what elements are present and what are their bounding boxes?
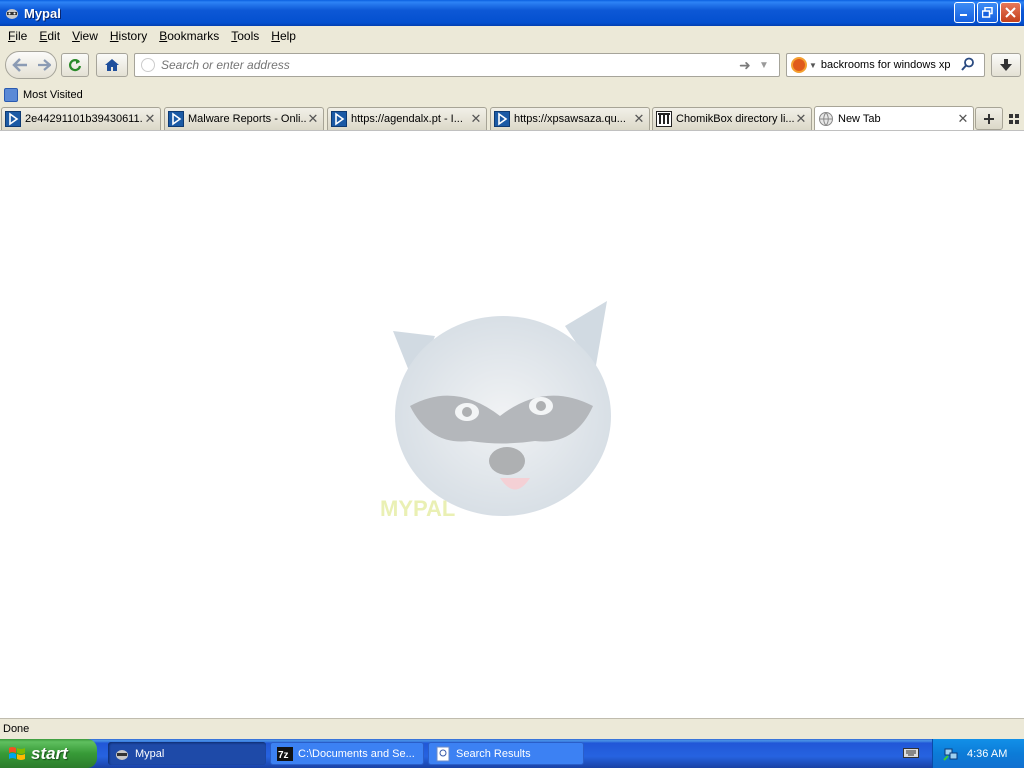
search-input[interactable] [820, 59, 961, 71]
clock[interactable]: 4:36 AM [967, 748, 1007, 760]
tab-close-icon[interactable]: ✕ [632, 111, 646, 127]
tab-label: Malware Reports - Onli... [188, 113, 306, 125]
tab-close-icon[interactable]: ✕ [143, 111, 157, 127]
tab-close-icon[interactable]: ✕ [794, 111, 808, 127]
identity-globe-icon[interactable] [141, 58, 155, 72]
menu-tools[interactable]: Tools [225, 29, 265, 43]
system-tray: 4:36 AM [932, 739, 1024, 768]
taskbar-item-mypal[interactable]: Mypal [108, 742, 266, 765]
reload-button[interactable] [61, 53, 89, 77]
history-dropdown-icon[interactable]: ▼ [759, 60, 775, 71]
logo-wordmark: MYPAL [380, 496, 455, 521]
home-icon [105, 59, 119, 71]
taskbar: start Mypal 7z C:\Documents and Se... Se… [0, 739, 1024, 768]
tab-label: 2e44291101b39430611... [25, 113, 143, 125]
network-icon[interactable] [943, 746, 959, 762]
navigation-toolbar: ➜ ▼ ▼ [0, 46, 1024, 84]
new-tab-button[interactable] [975, 107, 1003, 130]
raccoon-app-icon [6, 9, 18, 19]
grid-icon [1009, 114, 1019, 124]
tab-4[interactable]: https://xpsawsaza.qu... ✕ [490, 107, 650, 130]
folder-icon [4, 88, 18, 102]
back-button[interactable] [6, 51, 34, 79]
tab-2[interactable]: Malware Reports - Onli... ✕ [164, 107, 324, 130]
home-button[interactable] [96, 53, 128, 77]
search-bar[interactable]: ▼ [786, 53, 985, 77]
start-label: start [31, 743, 68, 763]
all-tabs-button[interactable] [1005, 110, 1023, 128]
plus-icon [984, 113, 994, 124]
title-bar[interactable]: Mypal [0, 0, 1024, 26]
play-icon [494, 111, 510, 127]
menu-view[interactable]: View [66, 29, 104, 43]
tab-label: New Tab [838, 112, 881, 125]
taskbar-item-search-results[interactable]: Search Results [428, 742, 584, 765]
svg-text:7z: 7z [278, 750, 289, 761]
play-icon [331, 111, 347, 127]
menu-edit[interactable]: Edit [33, 29, 66, 43]
status-bar: Done [0, 718, 1024, 739]
menu-help[interactable]: Help [265, 29, 302, 43]
menu-history[interactable]: History [104, 29, 153, 43]
close-icon [1005, 7, 1016, 18]
address-bar[interactable]: ➜ ▼ [134, 53, 780, 77]
start-button[interactable]: start [0, 739, 97, 768]
keyboard-icon[interactable] [903, 745, 921, 761]
globe-icon [818, 111, 834, 127]
minimize-button[interactable] [954, 2, 975, 23]
tab-6-active[interactable]: New Tab ✕ [814, 106, 974, 130]
menu-file[interactable]: File [2, 29, 33, 43]
tab-label: ChomikBox directory li... [676, 113, 794, 125]
tab-5[interactable]: ChomikBox directory li... ✕ [652, 107, 812, 130]
play-icon [5, 111, 21, 127]
address-input[interactable] [161, 58, 739, 72]
window-title: Mypal [24, 5, 61, 21]
taskbar-item-label: Search Results [456, 747, 531, 760]
download-arrow-icon [1000, 59, 1012, 71]
close-button[interactable] [1000, 2, 1021, 23]
back-forward-group [5, 51, 57, 79]
building-icon [656, 111, 672, 127]
tab-close-icon[interactable]: ✕ [956, 111, 970, 127]
menu-bar: File Edit View History Bookmarks Tools H… [0, 26, 1024, 46]
back-arrow-icon [12, 58, 27, 72]
bookmark-most-visited[interactable]: Most Visited [4, 88, 83, 102]
taskbar-item-label: Mypal [135, 747, 165, 760]
downloads-button[interactable] [991, 53, 1021, 77]
page-content[interactable]: MYPAL [0, 130, 1024, 718]
tab-label: https://agendalx.pt - I... [351, 113, 463, 125]
7zip-icon: 7z [277, 746, 293, 762]
windows-flag-icon [9, 746, 25, 760]
go-arrow-icon[interactable]: ➜ [739, 57, 755, 74]
tab-strip: 2e44291101b39430611... ✕ Malware Reports… [0, 106, 1024, 130]
taskbar-item-7zip[interactable]: 7z C:\Documents and Se... [270, 742, 424, 765]
tab-close-icon[interactable]: ✕ [469, 111, 483, 127]
tab-3[interactable]: https://agendalx.pt - I... ✕ [327, 107, 487, 130]
minimize-icon [960, 14, 967, 16]
status-text: Done [3, 723, 30, 735]
forward-button[interactable] [34, 55, 54, 75]
mypal-raccoon-logo: MYPAL [380, 301, 611, 521]
menu-bookmarks[interactable]: Bookmarks [153, 29, 225, 43]
search-engine-icon[interactable] [791, 57, 807, 73]
magnifier-icon[interactable] [961, 57, 979, 74]
tab-1[interactable]: 2e44291101b39430611... ✕ [1, 107, 161, 130]
forward-arrow-icon [38, 59, 51, 71]
restore-icon [982, 7, 993, 18]
engine-dropdown-icon[interactable]: ▼ [809, 61, 817, 70]
play-icon [168, 111, 184, 127]
tab-close-icon[interactable]: ✕ [306, 111, 320, 127]
search-results-icon [435, 746, 451, 762]
restore-button[interactable] [977, 2, 998, 23]
raccoon-app-icon [114, 746, 130, 762]
reload-icon [68, 59, 82, 72]
tab-label: https://xpsawsaza.qu... [514, 113, 626, 125]
bookmarks-toolbar: Most Visited [0, 84, 1024, 106]
bookmark-label: Most Visited [23, 89, 83, 101]
taskbar-item-label: C:\Documents and Se... [298, 747, 415, 760]
